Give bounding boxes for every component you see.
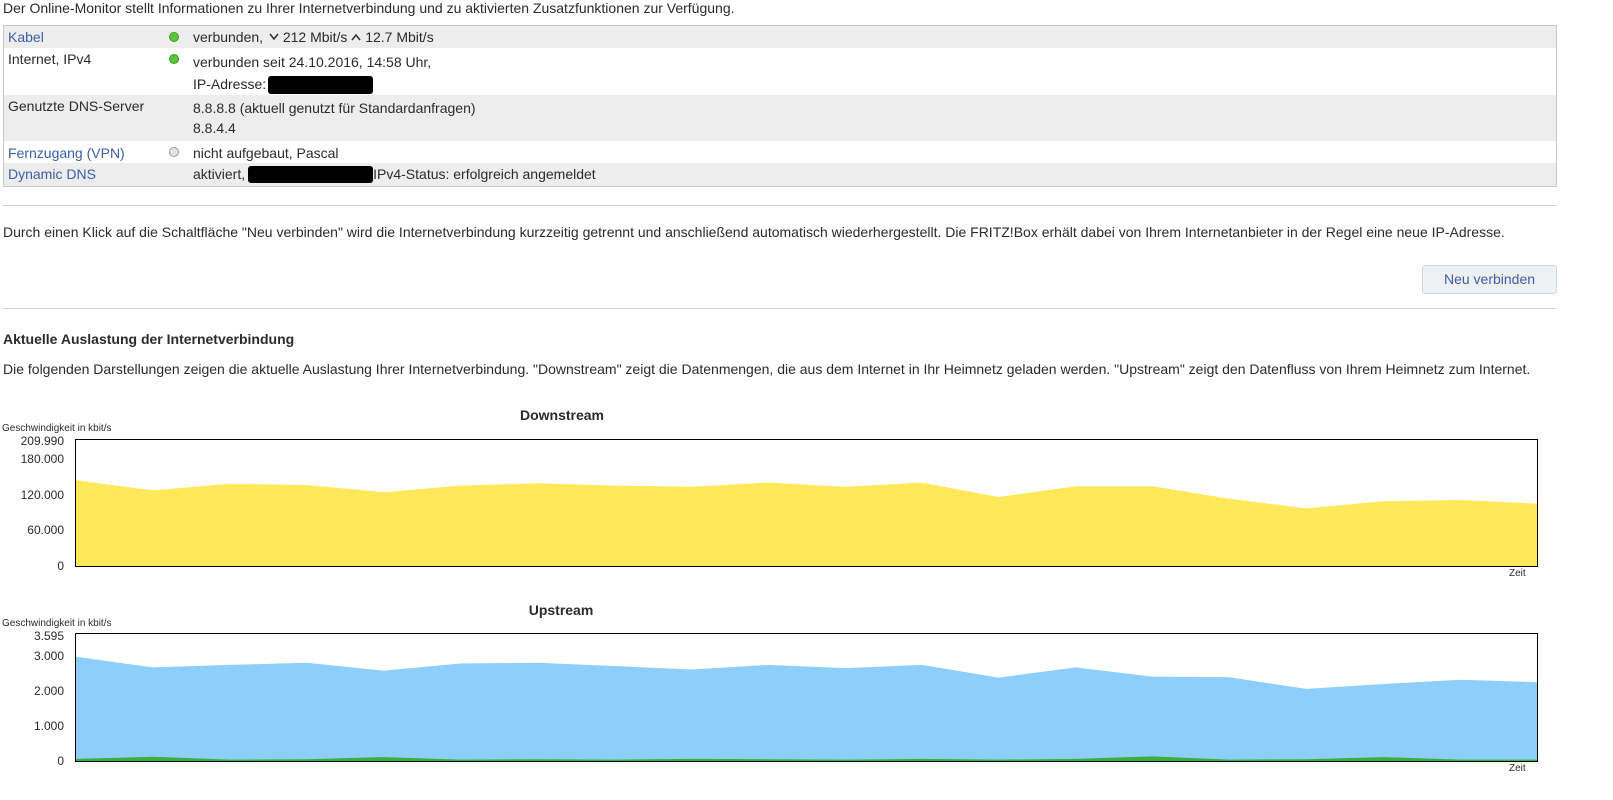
status-row-dyndns: Dynamic DNS aktiviert, IPv4-Status: erfol… (3, 162, 1557, 187)
dyndns-status: aktiviert, (193, 165, 246, 182)
vpn-link[interactable]: Fernzugang (VPN) (8, 145, 125, 161)
y-tick-label: 180.000 (20, 452, 64, 466)
upstream-area (76, 656, 1537, 761)
y-tick-label: 0 (57, 559, 64, 573)
y-tick-label: 1.000 (33, 719, 64, 733)
dns-secondary: 8.8.4.4 (193, 119, 236, 136)
status-row-vpn: Fernzugang (VPN) nicht aufgebaut, Pascal (3, 140, 1557, 163)
intro-text: Der Online-Monitor stellt Informationen … (3, 0, 735, 16)
usage-heading: Aktuelle Auslastung der Internetverbindu… (3, 331, 295, 347)
vpn-status: nicht aufgebaut, Pascal (193, 144, 339, 161)
reconnect-button[interactable]: Neu verbinden (1422, 265, 1557, 294)
status-led-icon (169, 53, 179, 64)
upstream-chart-title: Upstream (528, 602, 594, 618)
y-tick-label: 60.000 (27, 523, 64, 537)
status-row-internet: Internet, IPv4 verbunden seit 24.10.2016… (3, 47, 1557, 95)
dyndns-ipv4-status: IPv4-Status: erfolgreich angemeldet (373, 165, 596, 182)
ip-address-label: IP-Adresse: (193, 75, 267, 92)
upstream-chart (75, 633, 1538, 762)
y-tick-label: 2.000 (33, 684, 64, 698)
kabel-link[interactable]: Kabel (8, 29, 44, 45)
reconnect-description: Durch einen Klick auf die Schaltfläche "… (3, 224, 1505, 240)
redacted-hostname (248, 166, 374, 184)
y-tick-label: 120.000 (20, 488, 64, 502)
downstream-area (76, 480, 1537, 566)
y-tick-label: 209.990 (20, 434, 64, 448)
downstream-y-axis-label: Geschwindigkeit in kbit/s (2, 423, 112, 434)
upstream-y-axis-label: Geschwindigkeit in kbit/s (2, 618, 112, 629)
status-row-kabel: Kabel verbunden, 212 Mbit/s 12.7 Mbit/s (3, 25, 1557, 48)
status-led-icon (169, 146, 179, 157)
downstream-x-axis-label: Zeit (1509, 568, 1526, 579)
dns-primary: 8.8.8.8 (aktuell genutzt für Standardanf… (193, 99, 476, 116)
y-tick-label: 3.595 (33, 629, 64, 643)
divider (3, 308, 1556, 309)
kabel-status: verbunden, (193, 29, 264, 45)
downstream-chart (75, 439, 1538, 567)
status-table: Kabel verbunden, 212 Mbit/s 12.7 Mbit/s … (3, 25, 1557, 187)
y-tick-label: 3.000 (33, 649, 64, 663)
internet-label: Internet, IPv4 (8, 50, 92, 67)
redacted-ip (268, 75, 374, 94)
y-tick-label: 0 (57, 754, 64, 768)
downstream-rate: 212 Mbit/s (282, 29, 348, 45)
usage-description: Die folgenden Darstellungen zeigen die a… (3, 361, 1531, 377)
dns-label: Genutzte DNS-Server (8, 97, 145, 114)
status-row-dns: Genutzte DNS-Server 8.8.8.8 (aktuell gen… (3, 94, 1557, 141)
chevron-down-icon (269, 33, 279, 41)
downstream-chart-title: Downstream (519, 407, 605, 423)
status-led-icon (169, 32, 179, 42)
divider (3, 205, 1556, 206)
upstream-x-axis-label: Zeit (1509, 763, 1526, 774)
upstream-rate: 12.7 Mbit/s (365, 29, 434, 45)
chevron-up-icon (351, 33, 361, 41)
dyndns-link[interactable]: Dynamic DNS (8, 166, 96, 182)
internet-status: verbunden seit 24.10.2016, 14:58 Uhr, (193, 53, 432, 70)
